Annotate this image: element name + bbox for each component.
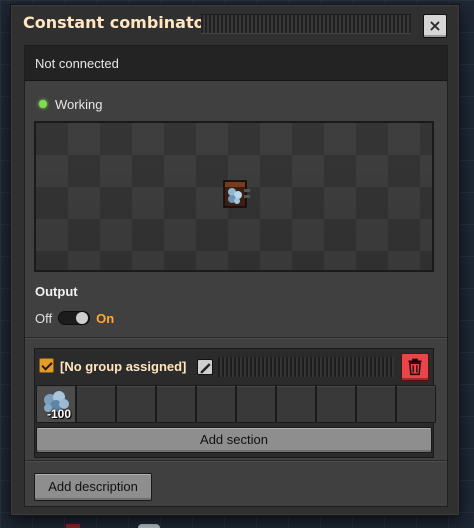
constant-combinator-window: Constant combinator × Not connected Work… [10, 4, 460, 516]
divider [25, 337, 447, 339]
window-title: Constant combinator [23, 13, 213, 32]
signal-slot-empty[interactable] [156, 385, 196, 423]
signal-slot[interactable]: -100 [36, 385, 76, 423]
signal-slot-empty[interactable] [356, 385, 396, 423]
add-section-button[interactable]: Add section [36, 427, 432, 453]
constant-combinator-icon [223, 180, 250, 208]
trash-icon [408, 358, 422, 376]
window-titlebar[interactable]: Constant combinator × [11, 5, 459, 43]
group-name: [No group assigned] [60, 359, 187, 374]
status-indicator-icon [39, 100, 47, 108]
toggle-on-label: On [96, 310, 115, 326]
signal-count: -100 [46, 407, 71, 421]
signal-slot-empty[interactable] [236, 385, 276, 423]
signal-slot-empty[interactable] [316, 385, 356, 423]
working-status: Working [39, 95, 102, 113]
group-enabled-checkbox[interactable] [39, 358, 54, 373]
drag-handle[interactable] [201, 14, 411, 34]
section-drag-handle[interactable] [218, 357, 394, 377]
output-toggle-switch[interactable] [58, 311, 91, 325]
signal-section: [No group assigned] -100 Add section [34, 348, 436, 458]
divider [25, 460, 447, 462]
world-entity-fragment [138, 524, 160, 528]
signal-slot-empty[interactable] [396, 385, 436, 423]
toggle-off-label: Off [35, 310, 53, 326]
close-button[interactable]: × [423, 14, 447, 38]
world-entity-fragment [66, 524, 80, 528]
pencil-icon [200, 363, 211, 374]
signal-slot-empty[interactable] [76, 385, 116, 423]
connection-bar: Not connected [25, 46, 447, 81]
close-icon: × [428, 16, 442, 35]
connection-status: Not connected [35, 56, 119, 71]
section-header: [No group assigned] [35, 349, 433, 383]
signal-slot-empty[interactable] [276, 385, 316, 423]
edit-group-button[interactable] [197, 359, 213, 375]
output-toggle-row: Off On [35, 309, 114, 327]
signal-slot-empty[interactable] [116, 385, 156, 423]
signal-slot-empty[interactable] [196, 385, 236, 423]
entity-preview[interactable] [34, 121, 434, 272]
output-label: Output [35, 284, 78, 299]
toggle-knob [76, 312, 89, 324]
delete-section-button[interactable] [401, 353, 429, 381]
status-text: Working [55, 96, 103, 112]
combinator-panel: Not connected Working Output Off On [No … [24, 45, 448, 507]
add-description-button[interactable]: Add description [34, 473, 152, 501]
signal-slots: -100 [36, 385, 436, 423]
